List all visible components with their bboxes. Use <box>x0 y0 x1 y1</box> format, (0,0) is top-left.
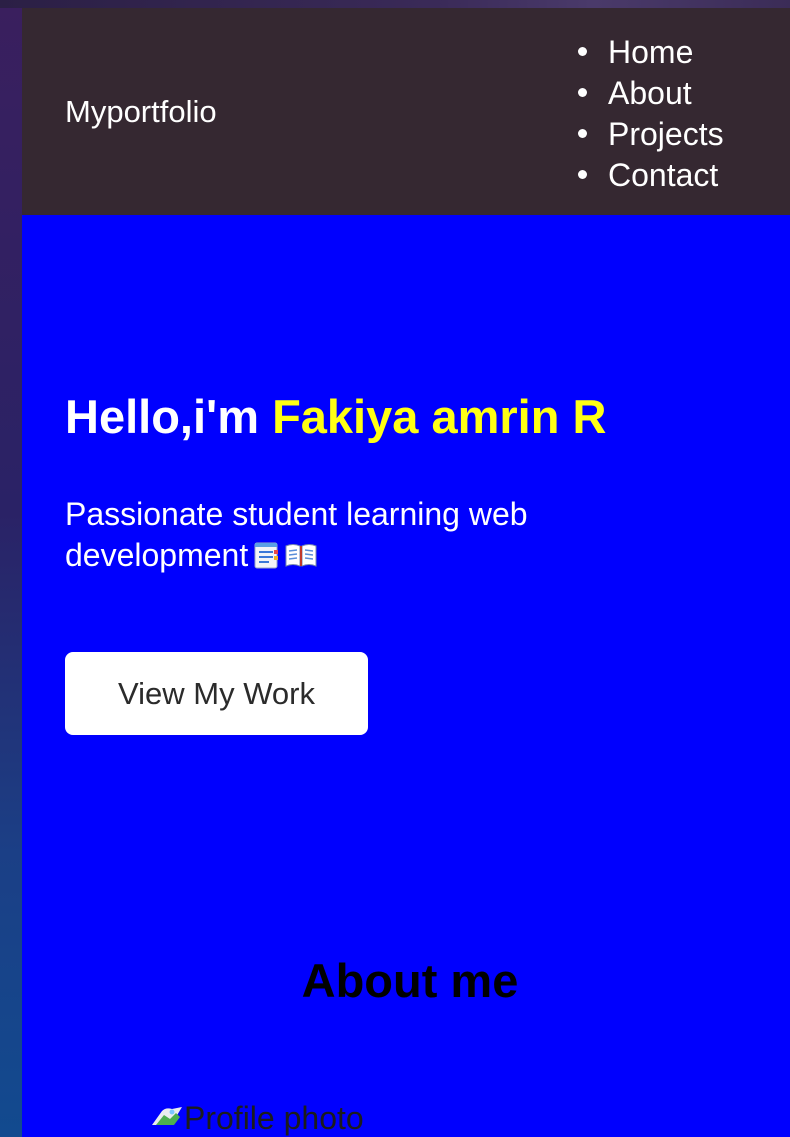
view-my-work-button[interactable]: View My Work <box>65 652 368 735</box>
portfolio-page[interactable]: Myportfolio Home About Projects Contact … <box>22 8 790 1137</box>
nav-link-label[interactable]: Home <box>608 34 693 70</box>
nav-link-label[interactable]: Contact <box>608 157 718 193</box>
nav-item-contact[interactable]: Contact <box>578 155 724 196</box>
notepad-icon <box>254 542 279 569</box>
hero-greeting: Hello,i'm <box>65 390 273 443</box>
browser-top-strip <box>0 0 790 8</box>
site-logo[interactable]: Myportfolio <box>65 92 217 132</box>
bullet-icon <box>578 155 608 196</box>
nav-item-home[interactable]: Home <box>578 32 724 73</box>
hero-name: Fakiya amrin R <box>272 390 607 443</box>
nav-link-label[interactable]: About <box>608 75 692 111</box>
bullet-icon <box>578 114 608 155</box>
hero-subtitle: Passionate student learning web developm… <box>65 494 625 576</box>
nav-link-label[interactable]: Projects <box>608 116 724 152</box>
navbar: Myportfolio Home About Projects Contact <box>22 8 790 215</box>
open-book-icon <box>285 544 317 567</box>
profile-photo-alt: Profile photo <box>184 1100 364 1136</box>
hero-title: Hello,i'm Fakiya amrin R <box>65 388 606 446</box>
bullet-icon <box>578 32 608 73</box>
bullet-icon <box>578 73 608 114</box>
profile-photo: Profile photo <box>150 1098 364 1137</box>
about-title: About me <box>301 954 519 1007</box>
nav-item-about[interactable]: About <box>578 73 724 114</box>
nav-item-projects[interactable]: Projects <box>578 114 724 155</box>
broken-image-icon <box>152 1107 182 1125</box>
nav-list: Home About Projects Contact <box>578 32 724 196</box>
